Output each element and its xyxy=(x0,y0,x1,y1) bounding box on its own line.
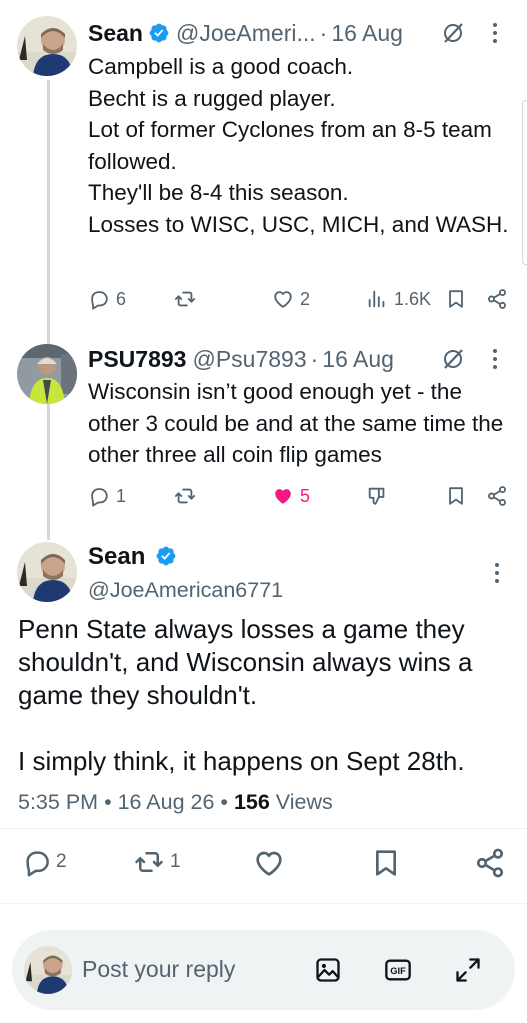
expand-icon[interactable] xyxy=(454,956,482,984)
image-icon[interactable] xyxy=(314,956,342,984)
like-count: 5 xyxy=(300,485,311,506)
main-tweet-paragraph: Penn State always losses a game they sho… xyxy=(18,614,473,710)
main-tweet-text: Penn State always losses a game they sho… xyxy=(18,613,518,778)
like-icon xyxy=(272,288,294,310)
repost-button[interactable] xyxy=(174,288,196,310)
like-button[interactable] xyxy=(253,847,285,879)
share-icon xyxy=(486,485,508,507)
reply-composer[interactable]: Post your reply xyxy=(12,930,515,1010)
verified-badge-icon xyxy=(148,22,170,44)
like-icon xyxy=(253,847,285,879)
reply-icon xyxy=(88,485,110,507)
like-filled-icon xyxy=(272,485,294,507)
main-author-handle[interactable]: @JoeAmerican6771 xyxy=(88,578,283,603)
tweet-actions: 6 2 1.6K xyxy=(88,288,518,314)
views-count: 1.6K xyxy=(394,288,432,309)
reply-tweet-2[interactable]: PSU7893 @Psu7893 · 16 Aug Wisconsin isn’… xyxy=(0,344,527,514)
repost-button[interactable] xyxy=(174,485,196,507)
share-icon xyxy=(486,288,508,310)
author-name[interactable]: PSU7893 xyxy=(88,346,186,373)
bookmark-button[interactable] xyxy=(445,288,467,310)
divider xyxy=(0,903,527,904)
reply-icon xyxy=(22,847,52,877)
scrollbar[interactable] xyxy=(522,100,527,265)
tweet-header: PSU7893 @Psu7893 · 16 Aug xyxy=(88,344,394,374)
author-handle[interactable]: @JoeAmeri... xyxy=(176,20,316,47)
views-icon xyxy=(366,288,388,310)
like-button[interactable]: 2 xyxy=(272,288,310,310)
more-icon[interactable] xyxy=(492,348,498,370)
reply-icon xyxy=(88,288,110,310)
tweet-date[interactable]: 16 Aug xyxy=(322,346,394,373)
more-icon[interactable] xyxy=(494,562,500,584)
main-avatar[interactable] xyxy=(17,542,77,602)
bookmark-button[interactable] xyxy=(370,847,402,879)
share-button[interactable] xyxy=(474,847,506,879)
reply-count: 6 xyxy=(116,288,127,309)
reply-button[interactable]: 6 xyxy=(88,288,126,310)
more-icon[interactable] xyxy=(492,22,498,44)
repost-icon xyxy=(132,847,166,877)
separator: • xyxy=(104,790,112,814)
views-label: Views xyxy=(275,790,333,814)
reply-button[interactable]: 2 xyxy=(22,847,67,877)
composer-avatar xyxy=(24,946,72,994)
views-button[interactable]: 1.6K xyxy=(366,288,431,310)
repost-button[interactable]: 1 xyxy=(132,847,181,877)
repost-icon xyxy=(174,288,196,310)
share-icon xyxy=(474,847,506,879)
tweet-time[interactable]: 5:35 PM xyxy=(18,790,98,814)
gif-icon[interactable] xyxy=(384,956,412,984)
bookmark-icon xyxy=(445,288,467,310)
avatar[interactable] xyxy=(17,16,77,76)
tweet-text: Campbell is a good coach. Becht is a rug… xyxy=(88,54,509,237)
reply-tweet-1[interactable]: Sean @JoeAmeri... · 16 Aug Campbell is a… xyxy=(0,16,527,316)
avatar-image xyxy=(17,344,77,404)
author-name[interactable]: Sean xyxy=(88,20,143,47)
avatar-image xyxy=(17,542,77,602)
separator: · xyxy=(319,19,328,46)
grok-icon[interactable] xyxy=(441,347,465,371)
reply-input[interactable]: Post your reply xyxy=(82,956,235,983)
downvote-button[interactable] xyxy=(366,485,388,507)
like-button[interactable]: 5 xyxy=(272,485,310,507)
avatar-image xyxy=(17,16,77,76)
bookmark-icon xyxy=(445,485,467,507)
repost-count: 1 xyxy=(170,851,181,872)
separator: · xyxy=(310,345,319,372)
repost-icon xyxy=(174,485,196,507)
share-button[interactable] xyxy=(486,485,508,507)
tweet-actions: 1 5 xyxy=(88,485,518,511)
views-count[interactable]: 156 xyxy=(234,790,270,814)
main-tweet-paragraph: I simply think, it happens on Sept 28th. xyxy=(18,746,465,776)
grok-icon[interactable] xyxy=(441,21,465,45)
divider xyxy=(0,828,527,829)
tweet-metadata: 5:35 PM • 16 Aug 26 • 156 Views xyxy=(18,790,333,815)
reply-count: 2 xyxy=(56,851,67,872)
tweet-date[interactable]: 16 Aug 26 xyxy=(118,790,215,814)
like-count: 2 xyxy=(300,288,311,309)
bookmark-icon xyxy=(370,847,402,879)
bookmark-button[interactable] xyxy=(445,485,467,507)
avatar-image xyxy=(24,946,72,994)
main-author: Sean xyxy=(88,543,177,571)
separator: • xyxy=(220,790,228,814)
downvote-icon xyxy=(366,485,388,507)
reply-button[interactable]: 1 xyxy=(88,485,126,507)
tweet-header: Sean @JoeAmeri... · 16 Aug xyxy=(88,18,403,48)
verified-badge-icon xyxy=(155,545,177,567)
avatar[interactable] xyxy=(17,344,77,404)
tweet-date[interactable]: 16 Aug xyxy=(331,20,403,47)
main-tweet-actions: 2 1 xyxy=(0,845,527,879)
author-handle[interactable]: @Psu7893 xyxy=(192,346,306,373)
reply-count: 1 xyxy=(116,485,127,506)
share-button[interactable] xyxy=(486,288,508,310)
tweet-text: Wisconsin isn’t good enough yet - the ot… xyxy=(88,379,504,467)
main-author-name[interactable]: Sean xyxy=(88,543,145,570)
